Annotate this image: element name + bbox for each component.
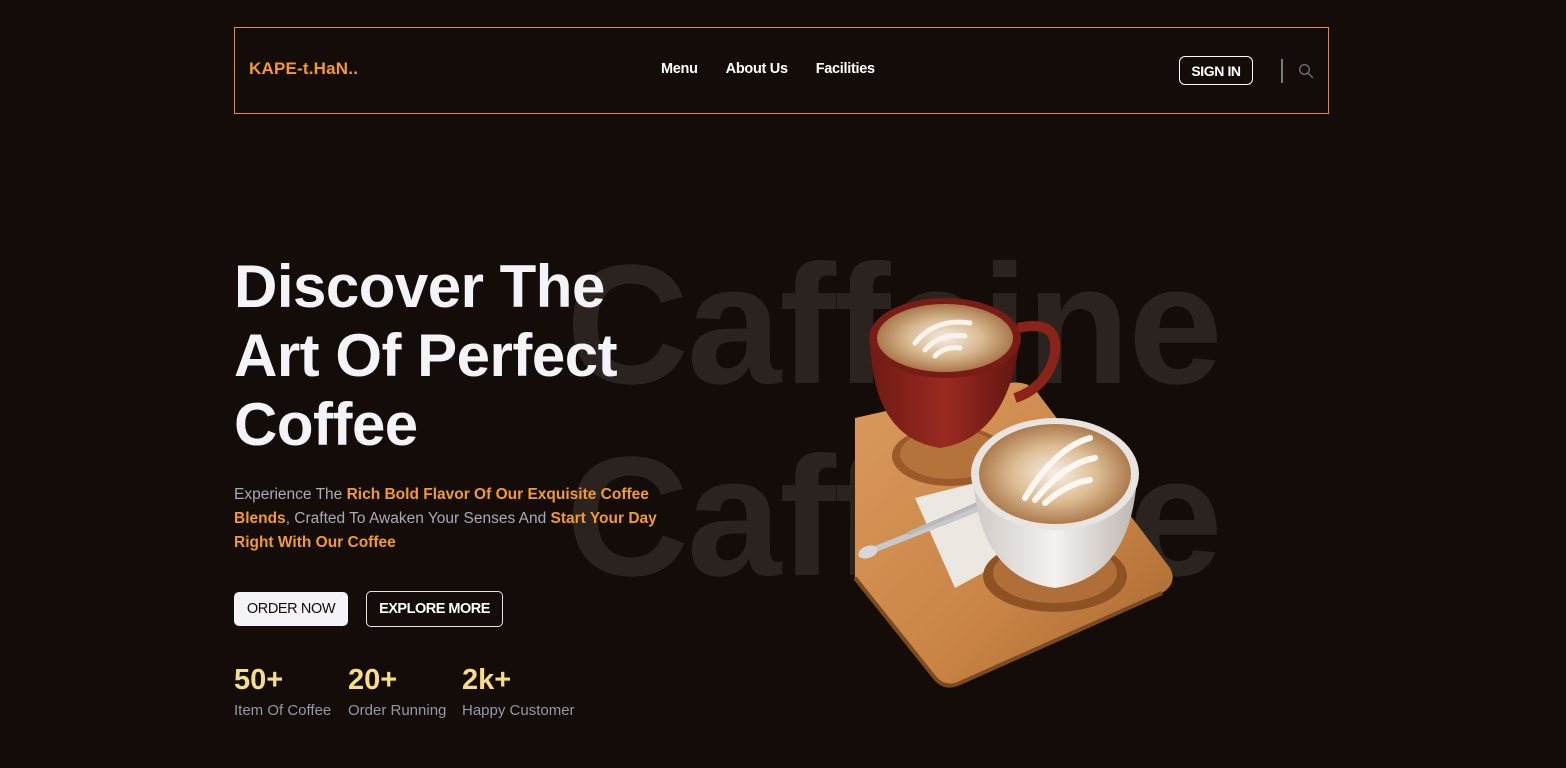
brand-logo[interactable]: KAPE-t.HaN.. bbox=[249, 59, 358, 79]
coffee-cups-image bbox=[840, 288, 1180, 688]
nav-link-about-us[interactable]: About Us bbox=[726, 61, 788, 77]
stat-label: Happy Customer bbox=[462, 702, 575, 719]
sign-in-button[interactable]: SIGN IN bbox=[1179, 56, 1253, 85]
stat-value: 2k+ bbox=[462, 664, 512, 696]
hero-description: Experience The Rich Bold Flavor Of Our E… bbox=[234, 483, 674, 555]
order-now-button[interactable]: ORDER NOW bbox=[234, 592, 348, 626]
nav-links: Menu About Us Facilities bbox=[661, 61, 875, 77]
stat-item-customers: 2k+ Happy Customer bbox=[462, 662, 575, 719]
stat-label: Item Of Coffee bbox=[234, 702, 332, 719]
hero-desc-text-1: Experience The bbox=[234, 486, 347, 503]
stat-item-orders: 20+ Order Running bbox=[348, 662, 446, 719]
hero-title-line-2: Art Of Perfect bbox=[234, 322, 618, 389]
nav-divider bbox=[1281, 59, 1283, 83]
stat-item-coffee: 50+ Item Of Coffee bbox=[234, 662, 331, 719]
hero-desc-text-2: , Crafted To Awaken Your Senses And bbox=[285, 510, 551, 527]
hero-title-line-3: Coffee bbox=[234, 391, 418, 458]
stat-value: 20+ bbox=[348, 664, 398, 696]
explore-more-button[interactable]: EXPLORE MORE bbox=[366, 591, 503, 627]
search-icon[interactable] bbox=[1298, 63, 1314, 79]
hero-title-line-1: Discover The bbox=[234, 253, 605, 320]
hero-title: Discover The Art Of Perfect Coffee bbox=[234, 252, 674, 459]
nav-link-menu[interactable]: Menu bbox=[661, 61, 698, 77]
nav-link-facilities[interactable]: Facilities bbox=[816, 61, 875, 77]
navbar: KAPE-t.HaN.. Menu About Us Facilities SI… bbox=[234, 27, 1329, 114]
stat-label: Order Running bbox=[348, 702, 447, 719]
stat-value: 50+ bbox=[234, 664, 284, 696]
